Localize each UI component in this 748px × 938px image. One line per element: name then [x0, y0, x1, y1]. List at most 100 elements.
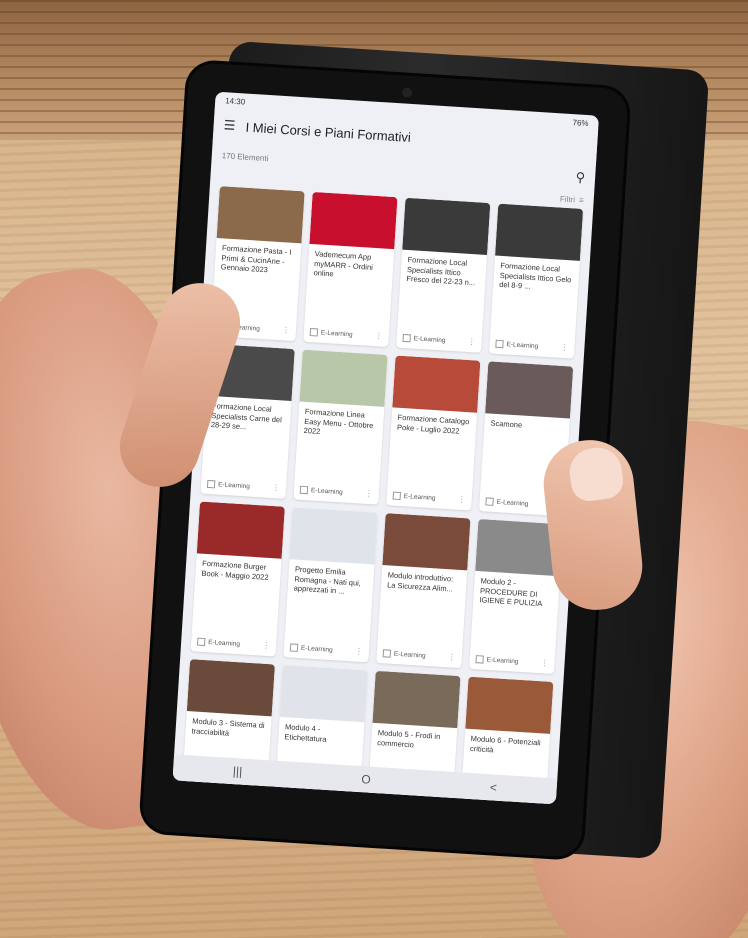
more-options-icon[interactable]: ⋮	[282, 325, 291, 334]
course-type: E-Learning	[299, 485, 343, 496]
course-type-label: E-Learning	[198, 796, 231, 805]
course-title: Formazione Local Specialists Ittico Gelo…	[498, 260, 572, 291]
course-type-label: E-Learning	[300, 644, 334, 654]
course-type-label: E-Learning	[496, 498, 529, 508]
more-options-icon[interactable]: ⋮	[272, 483, 281, 492]
item-count: 170 Elementi	[221, 150, 269, 163]
course-type-label: E-Learning	[208, 638, 241, 648]
course-type-label: E-Learning	[320, 328, 353, 338]
course-footer: E-Learning⋮	[274, 800, 360, 805]
course-title: Formazione Linea Easy Menu - Ottobre 202…	[303, 406, 374, 436]
status-battery: 76%	[572, 117, 589, 128]
course-thumbnail	[309, 191, 398, 250]
course-type: E-Learning	[495, 339, 538, 350]
course-type: E-Learning	[402, 333, 446, 344]
course-thumbnail	[495, 203, 584, 261]
elearning-icon	[289, 642, 299, 652]
course-type: E-Learning	[392, 491, 436, 502]
elearning-icon	[495, 339, 504, 348]
course-card[interactable]: Progetto Emilia Romagna - Nati qui, appr…	[283, 507, 378, 663]
back-icon[interactable]: <	[489, 780, 497, 794]
course-title: Modulo 2 - PROCEDURE DI IGIENE E PULIZIA	[479, 576, 543, 609]
course-thumbnail	[196, 501, 285, 559]
more-options-icon[interactable]: ⋮	[560, 343, 569, 352]
course-thumbnail	[299, 349, 388, 407]
more-options-icon[interactable]: ⋮	[467, 337, 476, 346]
course-type-label: E-Learning	[506, 340, 539, 350]
course-thumbnail	[216, 186, 305, 244]
more-options-icon[interactable]: ⋮	[365, 489, 374, 498]
course-title: Vademecum App myMARR - Ordini online	[313, 249, 374, 279]
course-footer: E-Learning ⋮	[181, 794, 267, 805]
hamburger-icon[interactable]: ☰	[223, 117, 246, 134]
course-thumbnail	[382, 513, 471, 571]
elearning-icon	[206, 479, 216, 488]
course-thumbnail	[279, 664, 368, 723]
photo-background: 14:30 76% ☰ I Miei Corsi e Piani Formati…	[0, 0, 748, 938]
course-title: Formazione Catalogo Poke - Luglio 2022	[396, 412, 470, 436]
course-type-label: E-Learning	[310, 486, 343, 496]
more-options-icon[interactable]: ⋮	[355, 646, 364, 655]
elearning-icon	[309, 327, 319, 337]
course-thumbnail	[392, 355, 481, 413]
course-title: Formazione Burger Book - Maggio 2022	[201, 558, 269, 582]
course-title: Modulo introduttivo: La Sicurezza Alim..…	[386, 570, 454, 594]
elearning-icon	[299, 485, 309, 494]
course-type: E-Learning	[289, 642, 334, 654]
course-title: Formazione Local Specialists Carne del 2…	[210, 401, 283, 432]
elearning-icon	[475, 654, 484, 664]
course-type: E-Learning	[197, 637, 240, 648]
course-card[interactable]: Vademecum App myMARR - Ordini online E-Le…	[303, 191, 398, 347]
filter-label[interactable]: Filtri	[560, 194, 576, 204]
course-card[interactable]: Modulo introduttivo: La Sicurezza Alim..…	[376, 513, 471, 669]
course-type: E-Learning	[475, 654, 519, 666]
elearning-icon	[485, 496, 494, 506]
course-type: E-Learning	[309, 327, 353, 339]
course-type: E-Learning	[206, 479, 251, 490]
course-type-label: E-Learning	[486, 656, 519, 665]
course-thumbnail	[485, 361, 574, 419]
course-thumbnail	[289, 507, 378, 565]
home-icon[interactable]: O	[361, 772, 371, 787]
course-card[interactable]: Formazione Local Specialists Ittico Fres…	[396, 197, 491, 353]
course-type: E-Learning	[485, 496, 529, 508]
course-card[interactable]: Formazione Burger Book - Maggio 2022 E-Le…	[190, 501, 285, 657]
more-options-icon[interactable]: ⋮	[375, 331, 384, 340]
more-options-icon[interactable]: ⋮	[540, 658, 549, 667]
status-time: 14:30	[224, 95, 246, 107]
search-icon[interactable]: ⚲	[575, 169, 585, 186]
elearning-icon	[402, 333, 411, 342]
course-grid: Formazione Pasta - I Primi & CucinAne - …	[172, 185, 593, 805]
course-thumbnail	[402, 197, 491, 256]
elearning-icon	[187, 794, 196, 804]
more-options-icon[interactable]: ⋮	[252, 798, 261, 804]
course-type: E-Learning	[187, 794, 231, 805]
course-thumbnail	[465, 676, 554, 734]
course-type-label: E-Learning	[393, 650, 426, 660]
course-type-label: E-Learning	[217, 480, 251, 490]
course-type: E-Learning	[382, 648, 426, 660]
more-options-icon[interactable]: ⋮	[447, 652, 456, 661]
course-thumbnail	[186, 659, 275, 717]
course-card[interactable]: Formazione Local Specialists Ittico Gelo…	[488, 203, 584, 359]
course-type-label: E-Learning	[291, 802, 323, 804]
more-options-icon[interactable]: ⋮	[262, 641, 271, 650]
filter-icon[interactable]: ≡	[579, 195, 584, 204]
page-title: I Miei Corsi e Piani Formativi	[245, 119, 412, 145]
course-card[interactable]: Formazione Linea Easy Menu - Ottobre 202…	[293, 349, 388, 505]
elearning-icon	[279, 800, 289, 805]
more-options-icon[interactable]: ⋮	[457, 495, 466, 504]
elearning-icon	[392, 491, 402, 500]
course-title: Formazione Local Specialists Ittico Fres…	[406, 255, 476, 288]
tablet-screen: 14:30 76% ☰ I Miei Corsi e Piani Formati…	[172, 91, 600, 805]
front-camera	[401, 87, 413, 98]
course-card[interactable]: Formazione Catalogo Poke - Luglio 2022 E-…	[386, 355, 481, 511]
course-type: E-Learning	[279, 800, 323, 805]
course-type-label: E-Learning	[403, 492, 436, 502]
course-thumbnail	[372, 670, 461, 729]
recent-apps-icon[interactable]: |||	[232, 764, 242, 779]
course-type-label: E-Learning	[413, 334, 446, 344]
elearning-icon	[197, 637, 206, 646]
course-title: Progetto Emilia Romagna - Nati qui, appr…	[293, 564, 362, 596]
elearning-icon	[382, 648, 392, 658]
